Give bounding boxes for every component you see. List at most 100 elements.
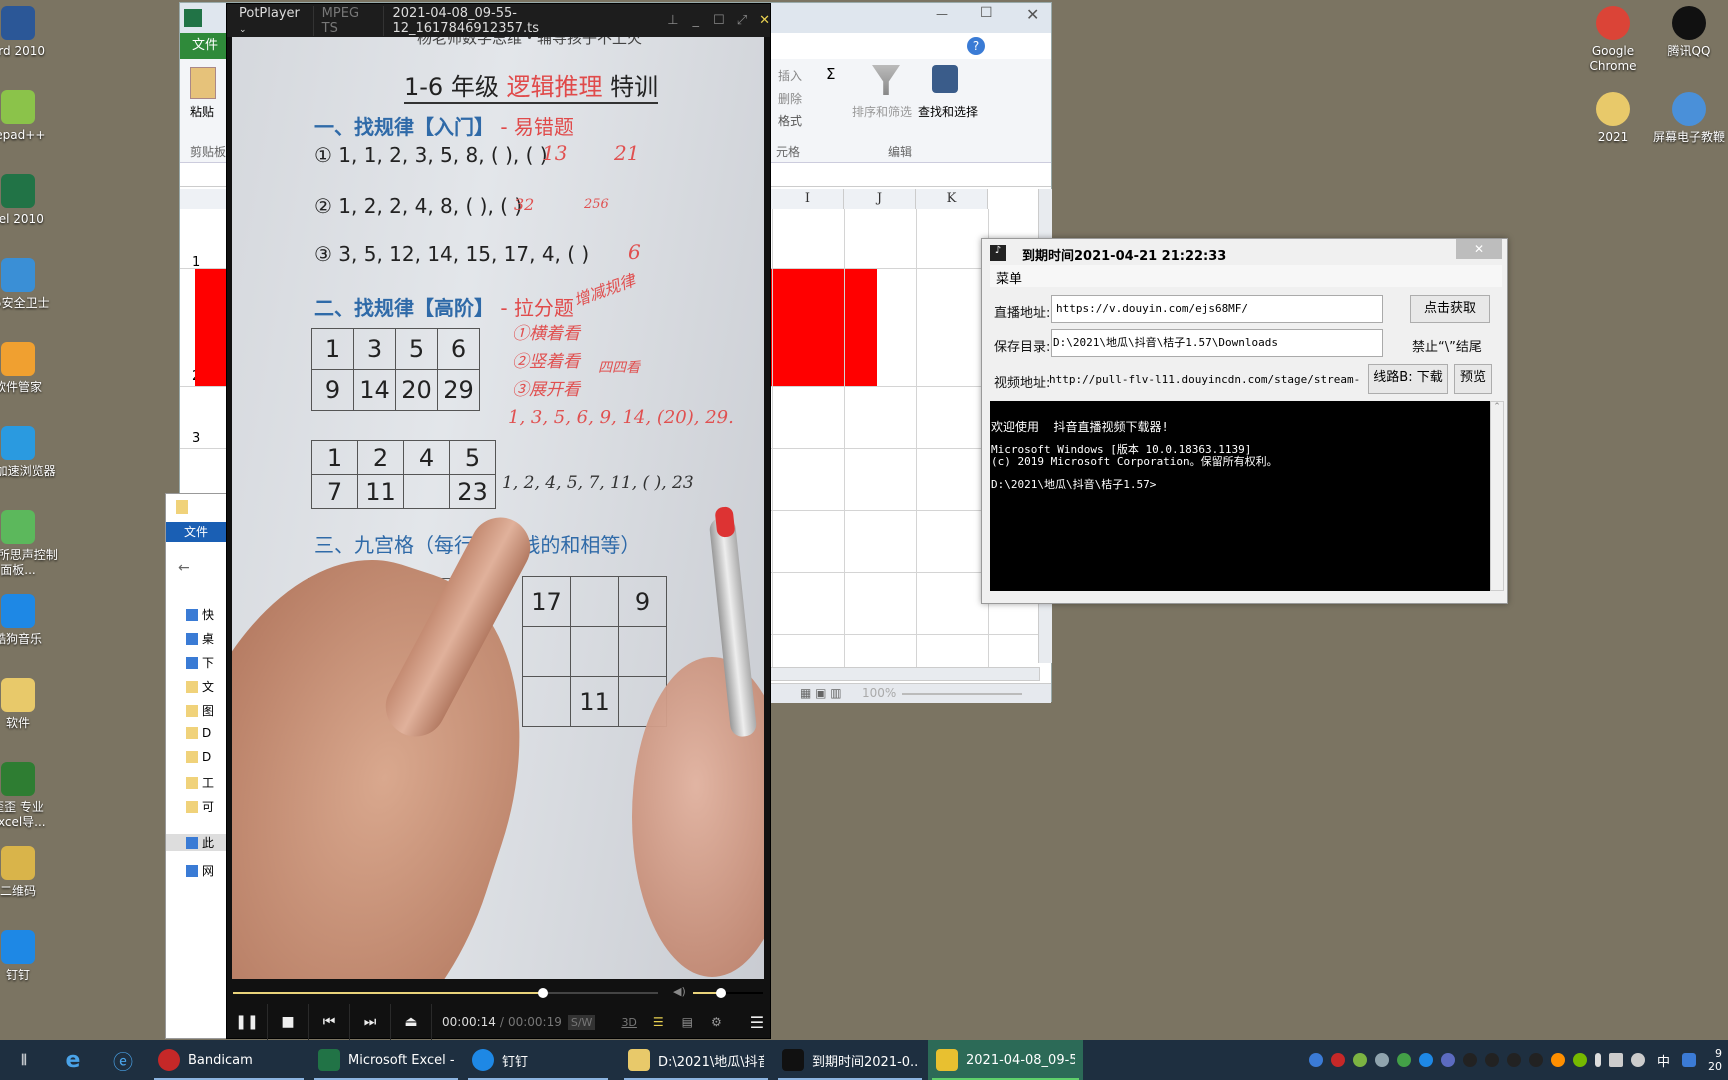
tray-icon[interactable] — [1550, 1053, 1565, 1067]
playlist-search-icon[interactable]: ☰ — [653, 1015, 664, 1029]
column-header-i[interactable]: I — [772, 189, 844, 209]
nav-item[interactable]: 下 — [186, 654, 214, 671]
ie-icon[interactable]: e — [48, 1040, 98, 1080]
tray-icon[interactable] — [1374, 1053, 1389, 1067]
volume-icon[interactable] — [1630, 1053, 1645, 1067]
desktop-icon[interactable]: 45加速浏览器 — [0, 426, 58, 479]
download-button[interactable]: 线路B: 下载 — [1368, 364, 1448, 394]
network-icon[interactable] — [1608, 1053, 1623, 1067]
tray-icon[interactable] — [1352, 1053, 1367, 1067]
ime-indicator[interactable]: 中 — [1657, 1051, 1670, 1070]
fullscreen-button[interactable]: ⤢ — [737, 13, 747, 28]
preview-button[interactable]: 预览 — [1454, 364, 1492, 394]
row-header-3[interactable]: 3 — [192, 431, 200, 446]
save-dir-input[interactable]: D:\2021\地瓜\抖音\桔子1.57\Downloads — [1051, 329, 1383, 357]
fetch-button[interactable]: 点击获取 — [1410, 295, 1490, 323]
live-url-input[interactable]: https://v.douyin.com/ejs68MF/ — [1051, 295, 1383, 323]
nav-item[interactable]: 图 — [186, 702, 214, 719]
taskbar-item[interactable]: 钉钉 — [464, 1040, 612, 1080]
insert-button[interactable]: 插入 — [778, 67, 802, 84]
tray-icon[interactable] — [1330, 1053, 1345, 1067]
nav-item[interactable]: D — [186, 726, 211, 740]
qq-icon[interactable] — [1462, 1053, 1477, 1067]
paste-button[interactable]: 粘贴 — [190, 103, 214, 120]
decoder-badge[interactable]: S/W — [567, 1014, 596, 1030]
desktop-icon[interactable]: Google Chrome — [1573, 6, 1653, 74]
gear-icon[interactable]: ⚙ — [711, 1015, 722, 1029]
stop-button[interactable]: ■ — [268, 1004, 309, 1040]
format-button[interactable]: 格式 — [778, 112, 802, 129]
3d-button[interactable]: 3D — [621, 1016, 636, 1029]
desktop-icon[interactable]: 歪歪 专业Excel导... — [0, 762, 58, 830]
eject-button[interactable]: ⏏ — [391, 1004, 432, 1040]
playlist-icon[interactable]: ▤ — [682, 1015, 693, 1029]
desktop-icon[interactable]: ord 2010 — [0, 6, 58, 59]
nav-item[interactable]: 可 — [186, 798, 214, 815]
close-button[interactable]: ✕ — [759, 13, 770, 28]
console-scrollbar[interactable]: ⌃ — [1490, 401, 1504, 591]
volume-icon[interactable]: ◀) — [673, 985, 686, 998]
file-tab[interactable]: 文件 — [180, 33, 230, 59]
close-button[interactable]: ✕ — [1026, 5, 1039, 24]
find-select-button[interactable]: 查找和选择 — [918, 103, 978, 120]
qq-icon[interactable] — [1506, 1053, 1521, 1067]
desktop-icon[interactable]: cel 2010 — [0, 174, 58, 227]
column-header-k[interactable]: K — [916, 189, 988, 209]
desktop-icon[interactable]: 钉钉 — [0, 930, 58, 983]
nav-item[interactable]: 桌 — [186, 630, 214, 647]
tray-icon[interactable] — [1440, 1053, 1455, 1067]
horizontal-scrollbar[interactable] — [740, 667, 1040, 681]
nav-item[interactable]: D — [186, 750, 211, 764]
qq-icon[interactable] — [1528, 1053, 1543, 1067]
column-header-j[interactable]: J — [844, 189, 916, 209]
desktop-icon[interactable]: 腾讯QQ — [1649, 6, 1728, 59]
taskbar-item[interactable]: 到期时间2021-0... — [774, 1040, 926, 1080]
volume-handle[interactable] — [716, 988, 726, 998]
taskbar-item[interactable]: Bandicam — [150, 1040, 308, 1080]
pause-button[interactable]: ❚❚ — [227, 1004, 268, 1040]
desktop-icon[interactable]: S客所思声控制面板... — [0, 510, 58, 578]
tray-icon[interactable] — [1418, 1053, 1433, 1067]
minimize-button[interactable]: — — [936, 7, 948, 21]
previous-button[interactable]: ⏮ — [309, 1004, 350, 1040]
tray-icon[interactable] — [1308, 1053, 1323, 1067]
nav-item[interactable]: 工 — [186, 774, 214, 791]
file-tab[interactable]: 文件 — [166, 522, 226, 542]
nvidia-icon[interactable] — [1572, 1053, 1587, 1067]
next-button[interactable]: ⏭ — [350, 1004, 391, 1040]
ime-icon[interactable] — [1682, 1053, 1696, 1067]
browser-icon[interactable]: ⓔ — [98, 1040, 148, 1080]
wechat-icon[interactable] — [1396, 1053, 1411, 1067]
pin-icon[interactable]: ⊥ — [667, 13, 678, 28]
task-view-button[interactable]: ⫼ — [0, 1040, 48, 1080]
desktop-icon[interactable]: 软件 — [0, 678, 58, 731]
menu-icon[interactable]: ☰ — [750, 1013, 764, 1032]
back-button[interactable]: ← — [178, 560, 190, 576]
desktop-icon[interactable]: 2021 — [1573, 92, 1653, 145]
seek-handle[interactable] — [538, 988, 549, 998]
help-icon[interactable]: ? — [967, 37, 985, 55]
maximize-button[interactable]: ☐ — [713, 13, 725, 28]
nav-item[interactable]: 网 — [186, 862, 214, 879]
microphone-icon[interactable] — [1594, 1053, 1601, 1067]
console-output[interactable]: 欢迎使用 抖音直播视频下载器! Microsoft Windows [版本 10.… — [990, 401, 1490, 591]
desktop-icon[interactable]: 屏幕电子教鞭 — [1649, 92, 1728, 145]
minimize-button[interactable]: _ — [693, 13, 700, 28]
view-buttons[interactable]: ▦ ▣ ▥ — [800, 686, 842, 700]
nav-item[interactable]: 文 — [186, 678, 214, 695]
clock[interactable]: 9 202 — [1708, 1047, 1722, 1073]
taskbar-item[interactable]: D:\2021\地瓜\抖音... — [620, 1040, 772, 1080]
potplayer-titlebar[interactable]: PotPlayer ⌄ MPEG TS 2021-04-08_09-55-12_… — [227, 4, 770, 37]
volume-slider[interactable] — [693, 986, 763, 1000]
taskbar-item[interactable]: Microsoft Excel - ... — [310, 1040, 462, 1080]
video-frame[interactable]: 杨老师数学思维・辅导孩子不上火 1-6 年级 逻辑推理 特训 一、找规律【入门】… — [232, 37, 764, 979]
sort-filter-button[interactable]: 排序和筛选 — [852, 103, 912, 120]
seek-bar[interactable] — [233, 986, 658, 1000]
autosum-icon[interactable]: Σ — [826, 65, 835, 83]
nav-item[interactable]: 快 — [186, 606, 214, 623]
app-menu-button[interactable]: PotPlayer ⌄ — [227, 6, 313, 36]
desktop-icon[interactable]: 45安全卫士 — [0, 258, 58, 311]
taskbar-item[interactable]: 2021-04-08_09-5... — [928, 1040, 1083, 1080]
maximize-button[interactable]: ☐ — [980, 5, 993, 21]
zoom-slider[interactable] — [902, 693, 1022, 695]
